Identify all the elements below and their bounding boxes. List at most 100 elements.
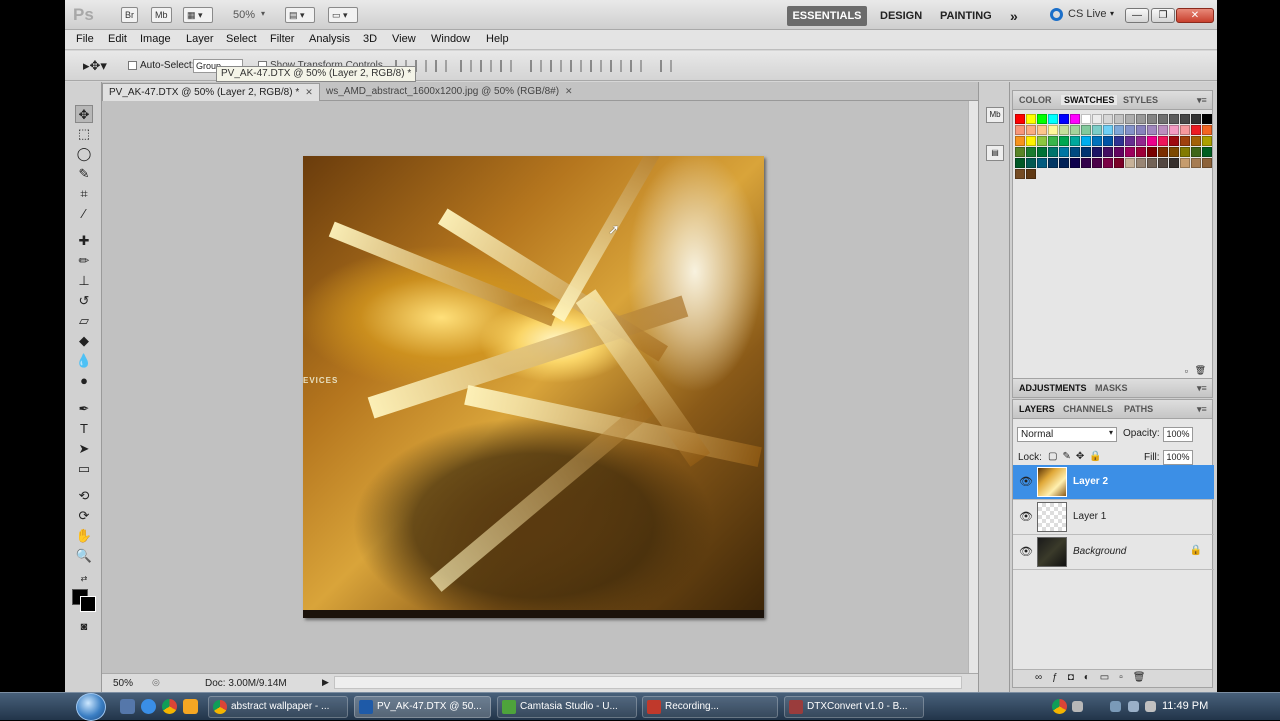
color-swatch[interactable] — [1147, 114, 1157, 124]
color-swatch[interactable] — [1125, 125, 1135, 135]
tab-paths[interactable]: PATHS — [1124, 404, 1153, 414]
distribute-bottom-icon[interactable] — [570, 60, 582, 72]
history-brush-tool-icon[interactable]: ↺ — [75, 292, 93, 310]
color-swatch[interactable] — [1103, 136, 1113, 146]
panel-menu-icon[interactable]: ▾≡ — [1197, 95, 1207, 106]
task-photoshop[interactable]: PV_AK-47.DTX @ 50... — [354, 696, 491, 718]
arrange-documents-button[interactable]: ▤ ▾ — [285, 7, 315, 23]
tray-network-icon[interactable] — [1110, 701, 1121, 712]
distribute-vcenter-icon[interactable] — [550, 60, 562, 72]
tab-swatches[interactable]: SWATCHES — [1061, 95, 1118, 105]
tab-styles[interactable]: STYLES — [1123, 95, 1158, 105]
opacity-input[interactable]: 100% — [1163, 427, 1193, 442]
color-swatch[interactable] — [1158, 147, 1168, 157]
color-swatch[interactable] — [1048, 158, 1058, 168]
color-swatch[interactable] — [1125, 158, 1135, 168]
color-swatch[interactable] — [1202, 158, 1212, 168]
path-selection-tool-icon[interactable]: ➤ — [75, 440, 93, 458]
task-chrome[interactable]: abstract wallpaper - ... — [208, 696, 348, 718]
healing-brush-tool-icon[interactable]: ✚ — [75, 232, 93, 250]
color-swatch[interactable] — [1180, 114, 1190, 124]
color-swatch[interactable] — [1158, 114, 1168, 124]
3d-orbit-tool-icon[interactable]: ⟳ — [75, 507, 93, 525]
show-desktop-icon[interactable] — [120, 699, 135, 714]
eye-icon[interactable]: 👁 — [1019, 475, 1033, 488]
auto-align-layers-icon[interactable] — [660, 60, 672, 72]
color-swatch[interactable] — [1180, 158, 1190, 168]
color-swatch[interactable] — [1092, 158, 1102, 168]
tray-flag-icon[interactable] — [1145, 701, 1156, 712]
crop-tool-icon[interactable]: ⌗ — [75, 185, 93, 203]
menu-image[interactable]: Image — [140, 33, 171, 45]
align-hcenter-icon[interactable] — [480, 60, 492, 72]
color-swatch[interactable] — [1180, 125, 1190, 135]
color-swatch[interactable] — [1169, 114, 1179, 124]
tab-layers[interactable]: LAYERS — [1019, 404, 1055, 414]
history-panel-icon[interactable]: ▤ — [986, 145, 1004, 161]
color-swatch[interactable] — [1081, 114, 1091, 124]
color-swatch[interactable] — [1048, 136, 1058, 146]
align-bottom-icon[interactable] — [435, 60, 447, 72]
panel-menu-icon[interactable]: ▾≡ — [1197, 383, 1207, 394]
launch-bridge-button[interactable]: Br — [121, 7, 138, 23]
color-swatch[interactable] — [1059, 136, 1069, 146]
color-swatch[interactable] — [1169, 136, 1179, 146]
tray-icon[interactable] — [1072, 701, 1083, 712]
color-swatch[interactable] — [1147, 125, 1157, 135]
color-swatch[interactable] — [1202, 147, 1212, 157]
color-swatch[interactable] — [1125, 147, 1135, 157]
color-swatch[interactable] — [1070, 158, 1080, 168]
color-swatch[interactable] — [1169, 158, 1179, 168]
distribute-left-icon[interactable] — [590, 60, 602, 72]
color-swatch[interactable] — [1169, 125, 1179, 135]
color-swatch[interactable] — [1180, 147, 1190, 157]
color-swatch[interactable] — [1158, 125, 1168, 135]
screen-mode-button[interactable]: ▭ ▾ — [328, 7, 358, 23]
color-swatch[interactable] — [1136, 114, 1146, 124]
lock-options-icon[interactable]: ▢✎✥🔒 — [1048, 451, 1107, 462]
internet-explorer-icon[interactable] — [141, 699, 156, 714]
color-swatch[interactable] — [1147, 158, 1157, 168]
eye-icon[interactable]: 👁 — [1019, 510, 1033, 523]
clone-stamp-tool-icon[interactable]: ⊥ — [75, 272, 93, 290]
brush-tool-icon[interactable]: ✏ — [75, 252, 93, 270]
start-button[interactable] — [76, 693, 106, 721]
tray-chrome-icon[interactable] — [1052, 699, 1067, 714]
menu-3d[interactable]: 3D — [363, 33, 377, 45]
workspace-painting[interactable]: PAINTING — [940, 6, 992, 26]
media-player-icon[interactable] — [183, 699, 198, 714]
color-swatch[interactable] — [1059, 114, 1069, 124]
menu-edit[interactable]: Edit — [108, 33, 127, 45]
color-swatch[interactable] — [1070, 136, 1080, 146]
tab-adjustments[interactable]: ADJUSTMENTS — [1019, 383, 1087, 393]
color-swatch[interactable] — [1202, 125, 1212, 135]
distribute-top-icon[interactable] — [530, 60, 542, 72]
menu-filter[interactable]: Filter — [270, 33, 294, 45]
color-swatch[interactable] — [1180, 136, 1190, 146]
color-swatch[interactable] — [1114, 114, 1124, 124]
canvas-area[interactable]: EVICES ➚ — [102, 101, 968, 673]
tray-volume-icon[interactable] — [1128, 701, 1139, 712]
document-canvas[interactable]: EVICES — [303, 156, 764, 618]
color-swatch[interactable] — [1147, 147, 1157, 157]
color-swatch[interactable] — [1136, 125, 1146, 135]
auto-select-checkbox[interactable] — [128, 61, 137, 70]
color-swatch[interactable] — [1026, 136, 1036, 146]
cs-live-menu[interactable]: CS Live — [1068, 8, 1107, 20]
color-swatch[interactable] — [1202, 136, 1212, 146]
workspace-design[interactable]: DESIGN — [880, 6, 922, 26]
swatch-grid[interactable] — [1015, 114, 1212, 179]
dodge-tool-icon[interactable]: ● — [75, 372, 93, 390]
menu-analysis[interactable]: Analysis — [309, 33, 350, 45]
distribute-hcenter-icon[interactable] — [610, 60, 622, 72]
blend-mode-dropdown[interactable]: Normal — [1017, 427, 1117, 442]
color-swatch[interactable] — [1037, 147, 1047, 157]
tab-pv-ak47[interactable]: PV_AK-47.DTX @ 50% (Layer 2, RGB/8) * ✕ — [102, 83, 320, 101]
tab-channels[interactable]: CHANNELS — [1063, 404, 1113, 414]
task-dtxconvert[interactable]: DTXConvert v1.0 - B... — [784, 696, 924, 718]
menu-help[interactable]: Help — [486, 33, 509, 45]
launch-minibridge-button[interactable]: Mb — [151, 7, 172, 23]
lasso-tool-icon[interactable]: ◯ — [75, 145, 93, 163]
color-swatch[interactable] — [1136, 136, 1146, 146]
color-swatch[interactable] — [1037, 114, 1047, 124]
